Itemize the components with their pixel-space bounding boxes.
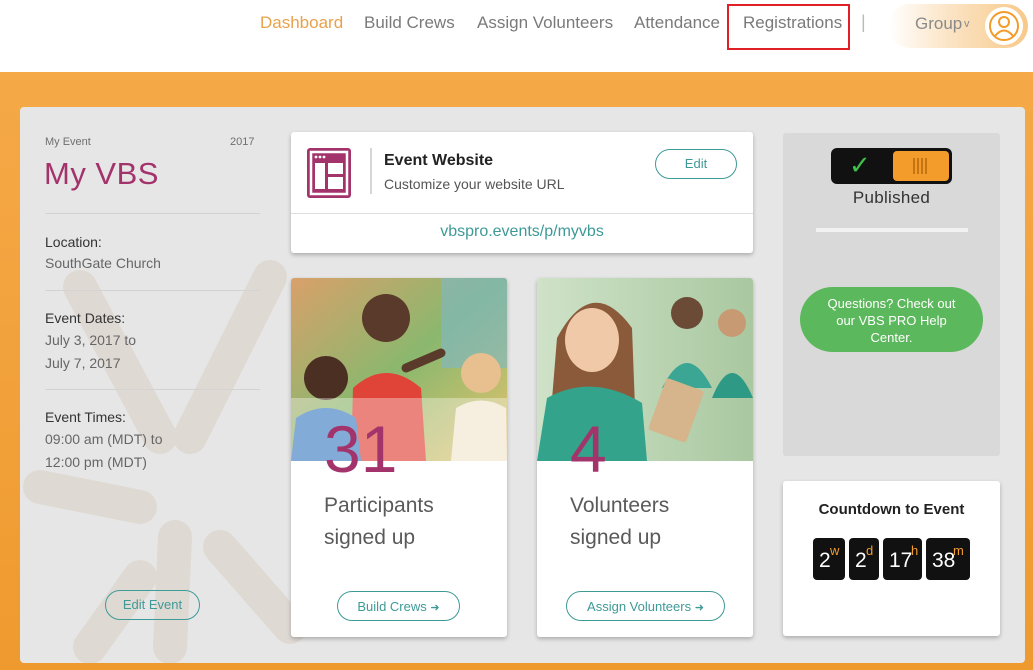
- volunteers-label-line-1: Volunteers: [570, 494, 670, 517]
- user-icon: [989, 11, 1019, 41]
- nav-attendance[interactable]: Attendance: [634, 13, 720, 33]
- volunteers-card: 4 Volunteers signed up Assign Volunteers…: [537, 278, 753, 637]
- divider: [45, 389, 260, 390]
- nav-build-crews[interactable]: Build Crews: [364, 13, 455, 33]
- assign-volunteers-button-label: Assign Volunteers: [587, 598, 692, 614]
- countdown-weeks: 2 w: [813, 538, 845, 580]
- countdown-minutes: 38 m: [926, 538, 970, 580]
- publish-panel: ✓ Published Questions? Check out our VBS…: [783, 133, 1000, 456]
- help-center-button[interactable]: Questions? Check out our VBS PRO Help Ce…: [800, 287, 983, 352]
- times-label: Event Times:: [45, 409, 126, 425]
- dates-line-2: July 7, 2017: [45, 355, 121, 371]
- volunteers-count: 4: [570, 412, 607, 486]
- group-menu[interactable]: Group v: [888, 4, 1028, 48]
- location-value: SouthGate Church: [45, 255, 161, 271]
- group-label: Group: [915, 14, 963, 33]
- publish-status: Published: [852, 188, 931, 207]
- arrow-right-icon: ➜: [430, 601, 440, 614]
- countdown-minutes-value: 38: [932, 549, 956, 572]
- event-year: 2017: [230, 136, 255, 148]
- nav-registrations[interactable]: Registrations: [743, 13, 842, 33]
- chevron-down-icon: v: [964, 18, 970, 30]
- participants-label-line-2: signed up: [324, 526, 416, 549]
- arrow-right-icon: ➜: [694, 601, 704, 614]
- nav-separator: |: [861, 12, 866, 32]
- countdown-title: Countdown to Event: [818, 501, 965, 518]
- edit-event-button[interactable]: Edit Event: [105, 590, 200, 620]
- assign-volunteers-button[interactable]: Assign Volunteers ➜: [566, 591, 725, 621]
- event-kicker: My Event: [45, 136, 91, 148]
- check-icon: ✓: [849, 150, 871, 180]
- edit-website-button[interactable]: Edit: [655, 149, 737, 179]
- website-layout-icon: [307, 148, 351, 198]
- website-subtitle: Customize your website URL: [384, 176, 565, 192]
- times-line-2: 12:00 pm (MDT): [45, 454, 147, 470]
- countdown-days: 2 d: [849, 538, 879, 580]
- location-label: Location:: [45, 234, 102, 250]
- participants-label-line-1: Participants: [324, 494, 434, 517]
- avatar[interactable]: [985, 7, 1023, 45]
- countdown-days-unit: d: [866, 543, 874, 558]
- countdown-hours: 17 h: [883, 538, 922, 580]
- participants-card: 31 Participants signed up Build Crews ➜: [291, 278, 507, 637]
- countdown-card: Countdown to Event 2 w 2 d 17 h 38 m: [783, 481, 1000, 636]
- toggle-knob[interactable]: [893, 151, 949, 181]
- top-navigation: Dashboard Build Crews Assign Volunteers …: [0, 0, 1033, 72]
- volunteers-label-line-2: signed up: [570, 526, 662, 549]
- countdown-weeks-unit: w: [830, 543, 840, 558]
- nav-assign-volunteers[interactable]: Assign Volunteers: [477, 13, 613, 33]
- divider: [370, 148, 372, 194]
- event-website-card: Event Website Customize your website URL…: [291, 132, 753, 253]
- publish-toggle[interactable]: ✓: [831, 148, 952, 184]
- divider: [816, 228, 968, 232]
- dates-label: Event Dates:: [45, 310, 126, 326]
- divider: [291, 213, 753, 214]
- dates-line-1: July 3, 2017 to: [45, 332, 137, 348]
- event-title: My VBS: [44, 156, 159, 191]
- nav-dashboard[interactable]: Dashboard: [260, 13, 343, 33]
- build-crews-button-label: Build Crews: [357, 598, 427, 614]
- countdown-weeks-value: 2: [819, 549, 831, 572]
- divider: [45, 213, 260, 214]
- participants-count: 31: [324, 412, 398, 486]
- countdown-hours-unit: h: [911, 543, 919, 558]
- website-title: Event Website: [384, 152, 494, 169]
- grip-icon: [913, 158, 929, 174]
- website-url-link[interactable]: vbspro.events/p/myvbs: [291, 223, 753, 241]
- countdown-minutes-unit: m: [953, 543, 964, 558]
- countdown-hours-value: 17: [889, 549, 913, 572]
- build-crews-button[interactable]: Build Crews ➜: [337, 591, 460, 621]
- countdown-days-value: 2: [855, 549, 867, 572]
- divider: [45, 290, 260, 291]
- times-line-1: 09:00 am (MDT) to: [45, 431, 163, 447]
